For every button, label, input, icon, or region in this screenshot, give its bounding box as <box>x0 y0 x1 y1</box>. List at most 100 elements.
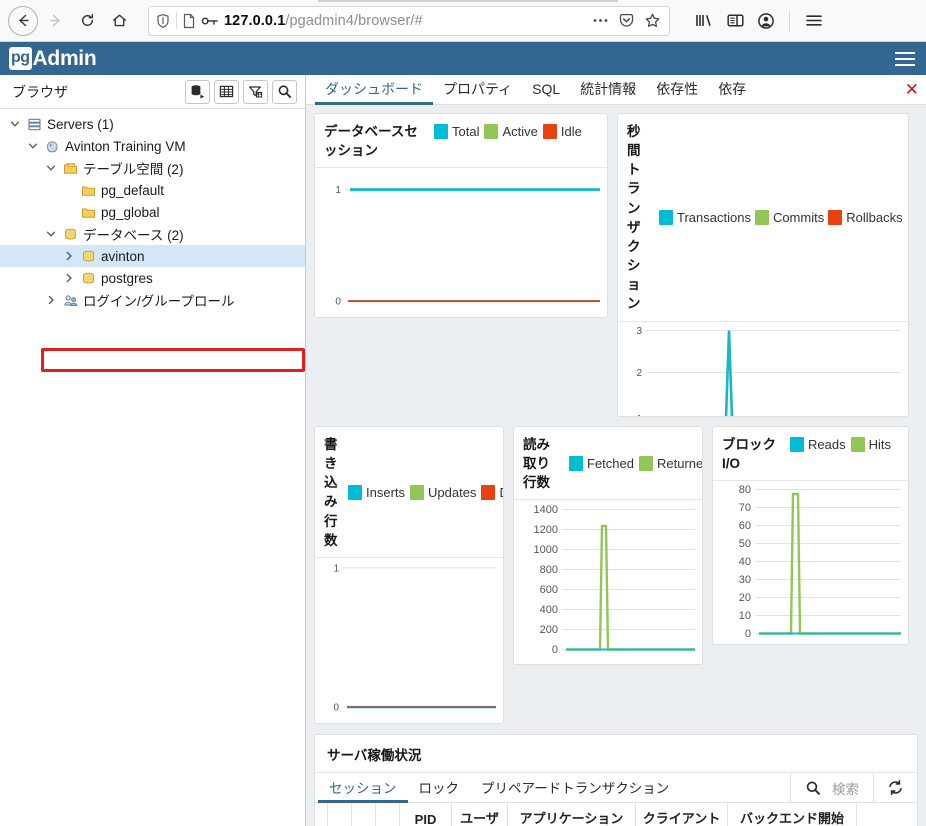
table-header-cell[interactable] <box>351 803 375 826</box>
home-button[interactable] <box>104 6 134 36</box>
tab-dependencies[interactable]: 依存性 <box>646 75 708 105</box>
y-tick-label: 70 <box>739 502 751 514</box>
app-logo[interactable]: pg Admin <box>9 47 97 70</box>
activity-tab-prepared-transactions[interactable]: プリペアードトランザクション <box>470 773 680 803</box>
chevron-right-icon[interactable] <box>62 273 76 283</box>
tree-node-login-roles[interactable]: ログイン/グループロール <box>0 289 305 311</box>
back-button[interactable] <box>8 5 38 36</box>
table-header-cell-pid[interactable]: PID <box>399 803 451 826</box>
legend-item[interactable]: Active <box>484 124 538 139</box>
hamburger-menu-icon[interactable] <box>804 12 824 29</box>
legend-item[interactable]: Total <box>434 124 479 139</box>
url-bar[interactable]: 127.0.0.1/pgadmin4/browser/# <box>148 5 670 36</box>
legend-item[interactable]: Hits <box>850 437 891 452</box>
legend-label: Deletes <box>499 485 503 500</box>
chart-plot-tuples-in[interactable]: 1 0 <box>315 558 503 723</box>
library-icon[interactable] <box>694 12 714 29</box>
tab-label: SQL <box>532 80 561 97</box>
account-icon[interactable] <box>757 12 775 30</box>
permissions-key-icon[interactable] <box>201 14 219 28</box>
ellipsis-icon[interactable] <box>592 18 609 23</box>
object-tree[interactable]: Servers (1) Avinton Training VM テーブル空間 (… <box>0 109 305 826</box>
pocket-icon[interactable] <box>618 12 635 29</box>
tab-statistics[interactable]: 統計情報 <box>570 75 646 105</box>
table-header-cell-user[interactable]: ユーザ <box>451 803 507 826</box>
legend-label: Updates <box>428 484 477 500</box>
table-header-cell-client[interactable]: クライアント <box>635 803 727 826</box>
activity-tab-sessions[interactable]: セッション <box>318 773 408 803</box>
tree-node-pg-default[interactable]: pg_default <box>0 179 305 201</box>
star-icon[interactable] <box>644 12 661 29</box>
legend-item[interactable]: Inserts <box>348 484 405 500</box>
browser-toolbar: 127.0.0.1/pgadmin4/browser/# <box>0 0 926 42</box>
tree-node-pg-global[interactable]: pg_global <box>0 201 305 223</box>
legend-item[interactable]: Deletes <box>481 484 503 500</box>
chart-legend: Reads Hits <box>790 435 908 452</box>
table-header-cell-backend-start[interactable]: バックエンド開始 <box>727 803 857 826</box>
roles-icon <box>62 293 79 308</box>
chart-plot-tuples-out[interactable]: 1400 1200 1000 800 600 400 200 0 <box>514 500 702 664</box>
tree-node-postgres[interactable]: postgres <box>0 267 305 289</box>
legend-label: Active <box>502 124 538 139</box>
chart-header: データベースセッション Total Active Idle <box>315 114 607 169</box>
shield-icon[interactable] <box>155 13 171 29</box>
view-data-button[interactable] <box>214 79 239 104</box>
tree-node-label: pg_global <box>101 204 160 220</box>
chevron-right-icon[interactable] <box>44 295 58 305</box>
chevron-down-icon[interactable] <box>8 119 22 129</box>
filter-button[interactable] <box>243 79 268 104</box>
tree-node-tablespaces[interactable]: テーブル空間 (2) <box>0 157 305 179</box>
tab-properties[interactable]: プロパティ <box>433 75 522 105</box>
chart-plot-block-io[interactable]: 80 70 60 50 40 30 20 10 0 <box>713 481 908 644</box>
page-icon[interactable] <box>182 13 196 29</box>
legend-item[interactable]: Updates <box>410 484 477 500</box>
tab-dependents[interactable]: 依存 <box>708 75 756 105</box>
chevron-down-icon[interactable] <box>26 141 40 151</box>
search-icon <box>278 85 292 98</box>
legend-item[interactable]: Rollbacks <box>828 210 902 226</box>
search-button[interactable] <box>272 79 297 104</box>
activity-tab-locks[interactable]: ロック <box>408 773 471 803</box>
grid-table-icon <box>219 85 234 98</box>
tab-label: 統計情報 <box>580 80 637 97</box>
legend-item[interactable]: Commits <box>754 210 824 226</box>
y-tick-label: 1400 <box>534 504 558 516</box>
legend-item[interactable]: Idle <box>542 124 582 139</box>
legend-swatch <box>434 124 448 139</box>
reload-button[interactable] <box>72 6 102 36</box>
chart-legend: Inserts Updates Deletes <box>348 484 503 500</box>
query-tool-button[interactable] <box>185 79 210 104</box>
tab-sql[interactable]: SQL <box>522 75 570 105</box>
table-header-cell[interactable] <box>327 803 351 826</box>
y-tick-label: 2 <box>636 368 642 379</box>
url-host: 127.0.0.1 <box>224 12 286 29</box>
chevron-down-icon[interactable] <box>44 229 58 239</box>
tree-node-avinton[interactable]: avinton <box>0 245 305 267</box>
chevron-down-icon[interactable] <box>44 163 58 173</box>
tree-node-server[interactable]: Avinton Training VM <box>0 135 305 157</box>
legend-item[interactable]: Returned <box>638 456 702 472</box>
activity-search[interactable]: 検索 <box>790 773 873 802</box>
legend-item[interactable]: Fetched <box>569 456 634 472</box>
legend-item[interactable]: Transactions <box>659 210 751 226</box>
legend-swatch <box>790 437 804 452</box>
url-text[interactable]: 127.0.0.1/pgadmin4/browser/# <box>224 13 587 29</box>
y-tick-label: 0 <box>745 628 751 640</box>
tab-dashboard[interactable]: ダッシュボード <box>315 75 433 105</box>
forward-button[interactable] <box>40 6 70 36</box>
chevron-right-icon[interactable] <box>62 251 76 261</box>
browser-pane-title: ブラウザ <box>12 83 68 100</box>
legend-item[interactable]: Reads <box>790 437 846 452</box>
table-header-cell-application[interactable]: アプリケーション <box>507 803 635 826</box>
app-menu-button[interactable] <box>895 51 915 66</box>
close-icon[interactable]: ✕ <box>895 75 926 104</box>
table-header-cell[interactable] <box>375 803 399 826</box>
legend-swatch <box>638 456 653 472</box>
y-tick-label: 1000 <box>534 544 558 556</box>
tree-node-databases[interactable]: データベース (2) <box>0 223 305 245</box>
sidebar-icon[interactable] <box>726 12 745 29</box>
tree-node-servers[interactable]: Servers (1) <box>0 113 305 135</box>
chart-plot-sessions[interactable]: 1 0 <box>315 168 607 317</box>
chart-plot-transactions[interactable]: 3 2 1 0 <box>618 322 908 416</box>
activity-refresh-button[interactable] <box>873 773 917 802</box>
